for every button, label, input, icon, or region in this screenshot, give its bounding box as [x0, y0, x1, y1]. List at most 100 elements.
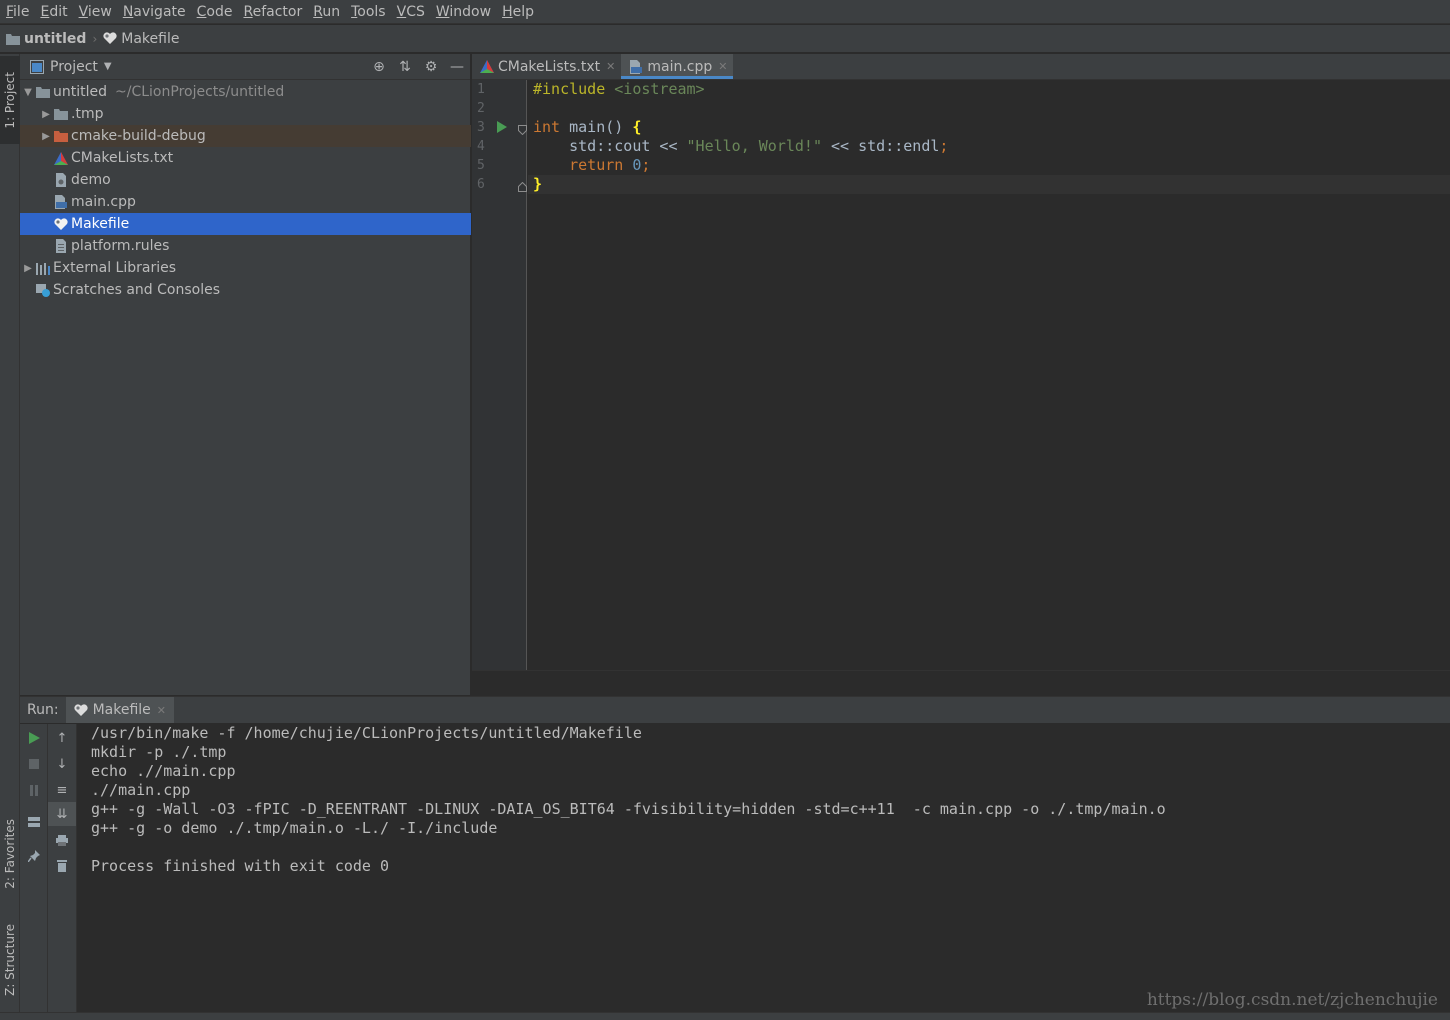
tool-tab-favorites-label: 2: Favorites	[3, 819, 17, 889]
tree-item-external-libraries[interactable]: ▶ External Libraries	[20, 257, 471, 279]
project-tree: ▼ untitled ~/CLionProjects/untitled ▶ .t…	[20, 81, 471, 695]
chevron-down-icon[interactable]: ▼	[22, 87, 34, 98]
tree-item-main-cpp[interactable]: main.cpp	[20, 191, 471, 213]
run-gutter-icon[interactable]	[497, 121, 507, 137]
left-tool-strip: 1: Project 2: Favorites Z: Structure	[0, 54, 20, 1020]
tree-item-scratches[interactable]: Scratches and Consoles	[20, 279, 471, 301]
code-area[interactable]: #include <iostream> int main() { std::co…	[528, 80, 1450, 670]
folder-icon	[6, 33, 20, 45]
line-number: 6	[477, 177, 485, 192]
gear-icon[interactable]: ⚙	[418, 59, 444, 75]
code-line: return 0;	[569, 156, 651, 174]
tool-tab-structure[interactable]: Z: Structure	[0, 912, 20, 1007]
chevron-right-icon[interactable]: ▶	[40, 131, 52, 142]
trash-icon[interactable]	[48, 854, 76, 878]
chevron-right-icon[interactable]: ▶	[40, 109, 52, 120]
minimize-icon[interactable]: —	[444, 59, 470, 75]
arrow-up-icon[interactable]: ↑	[48, 726, 76, 750]
chevron-down-icon[interactable]: ▼	[104, 61, 112, 72]
arrow-down-icon[interactable]: ↓	[48, 752, 76, 776]
tree-item-cmakelists[interactable]: CMakeLists.txt	[20, 147, 471, 169]
menu-view[interactable]: View	[74, 1, 117, 23]
collapse-all-icon[interactable]: ⇅	[392, 59, 418, 75]
folder-icon	[34, 84, 52, 100]
tab-main-cpp[interactable]: main.cpp ✕	[621, 54, 734, 79]
fold-icon[interactable]	[518, 180, 527, 196]
tree-item-cmake-build-debug[interactable]: ▶ cmake-build-debug	[20, 125, 471, 147]
menu-edit[interactable]: Edit	[35, 1, 72, 23]
menu-tools[interactable]: Tools	[346, 1, 391, 23]
scroll-to-end-icon[interactable]: ⇊	[48, 802, 76, 826]
tool-tab-favorites[interactable]: 2: Favorites	[0, 804, 20, 904]
breadcrumb-project[interactable]: untitled	[6, 31, 86, 47]
line-number: 4	[477, 139, 485, 154]
breadcrumb-file[interactable]: Makefile	[103, 31, 179, 47]
tab-label: main.cpp	[647, 58, 713, 75]
project-view-selector[interactable]: Project	[50, 59, 98, 75]
makefile-icon	[103, 32, 117, 45]
tree-item-label: demo	[71, 172, 111, 188]
line-number: 3	[477, 120, 485, 135]
tool-tab-project[interactable]: 1: Project	[0, 56, 20, 144]
line-number: 2	[477, 101, 485, 116]
code-line: }	[533, 175, 543, 193]
console-line: g++ -g -o demo ./.tmp/main.o -L./ -I./in…	[91, 819, 498, 837]
console-line: echo .//main.cpp	[91, 762, 236, 780]
menu-help[interactable]: Help	[497, 1, 539, 23]
rerun-icon[interactable]	[20, 726, 48, 750]
menu-refactor[interactable]: Refactor	[238, 1, 307, 23]
run-toolbar-primary	[20, 724, 48, 1013]
code-line: std::cout << "Hello, World!" << std::end…	[533, 137, 949, 155]
line-number: 5	[477, 158, 485, 173]
executable-file-icon	[52, 172, 70, 188]
close-icon[interactable]: ✕	[606, 60, 615, 73]
excluded-folder-icon	[52, 128, 70, 144]
line-number: 1	[477, 82, 485, 97]
menu-code[interactable]: Code	[192, 1, 238, 23]
tree-item-demo[interactable]: demo	[20, 169, 471, 191]
cmake-icon	[52, 150, 70, 166]
close-icon[interactable]: ✕	[718, 60, 727, 73]
menu-navigate[interactable]: Navigate	[118, 1, 191, 23]
tree-item-label: Scratches and Consoles	[53, 282, 220, 298]
pin-icon[interactable]	[20, 844, 48, 868]
editor: CMakeLists.txt ✕ main.cpp ✕ 1 2 3 4 5 6 …	[472, 54, 1450, 695]
print-icon[interactable]	[48, 828, 76, 852]
run-panel: Run: Makefile ✕ ↑ ↓ ≡ ⇊ /usr/bin/make -f…	[20, 696, 1450, 1013]
tool-tab-project-label: 1: Project	[3, 71, 17, 129]
status-bar	[0, 1012, 1450, 1020]
stop-icon[interactable]	[20, 752, 48, 776]
watermark: https://blog.csdn.net/zjchenchujie	[1146, 990, 1438, 1010]
tree-item-makefile[interactable]: Makefile	[20, 213, 471, 235]
tool-tab-structure-label: Z: Structure	[3, 923, 17, 996]
fold-icon[interactable]	[518, 123, 527, 139]
run-tab-makefile[interactable]: Makefile ✕	[65, 697, 174, 723]
chevron-right-icon[interactable]: ▶	[22, 263, 34, 274]
scratches-icon	[34, 282, 52, 298]
tree-item-label: External Libraries	[53, 260, 176, 276]
soft-wrap-icon[interactable]: ≡	[48, 778, 76, 802]
run-label: Run:	[27, 702, 59, 718]
cpp-file-icon	[629, 59, 643, 74]
menu-vcs[interactable]: VCS	[392, 1, 430, 23]
close-icon[interactable]: ✕	[157, 704, 166, 717]
console-line: /usr/bin/make -f /home/chujie/CLionProje…	[91, 724, 642, 742]
tree-item-label: .tmp	[71, 106, 104, 122]
layout-icon[interactable]	[20, 810, 48, 834]
tree-item-untitled[interactable]: ▼ untitled ~/CLionProjects/untitled	[20, 81, 471, 103]
tree-item-tmp[interactable]: ▶ .tmp	[20, 103, 471, 125]
menu-run[interactable]: Run	[308, 1, 345, 23]
menu-window[interactable]: Window	[431, 1, 496, 23]
project-panel-header: Project ▼ ⊕ ⇅ ⚙ —	[20, 54, 470, 80]
menu-file[interactable]: File	[1, 1, 34, 23]
pause-icon[interactable]	[20, 778, 48, 802]
locate-icon[interactable]: ⊕	[366, 59, 392, 75]
tree-item-label: platform.rules	[71, 238, 170, 254]
tree-item-platform-rules[interactable]: platform.rules	[20, 235, 471, 257]
breadcrumb: untitled › Makefile	[0, 25, 1450, 53]
tree-item-label: CMakeLists.txt	[71, 150, 174, 166]
console-line: Process finished with exit code 0	[91, 857, 390, 875]
menu-bar: File Edit View Navigate Code Refactor Ru…	[0, 0, 1450, 24]
tab-cmakelists[interactable]: CMakeLists.txt ✕	[472, 54, 621, 79]
console-output[interactable]: /usr/bin/make -f /home/chujie/CLionProje…	[91, 724, 1450, 1013]
